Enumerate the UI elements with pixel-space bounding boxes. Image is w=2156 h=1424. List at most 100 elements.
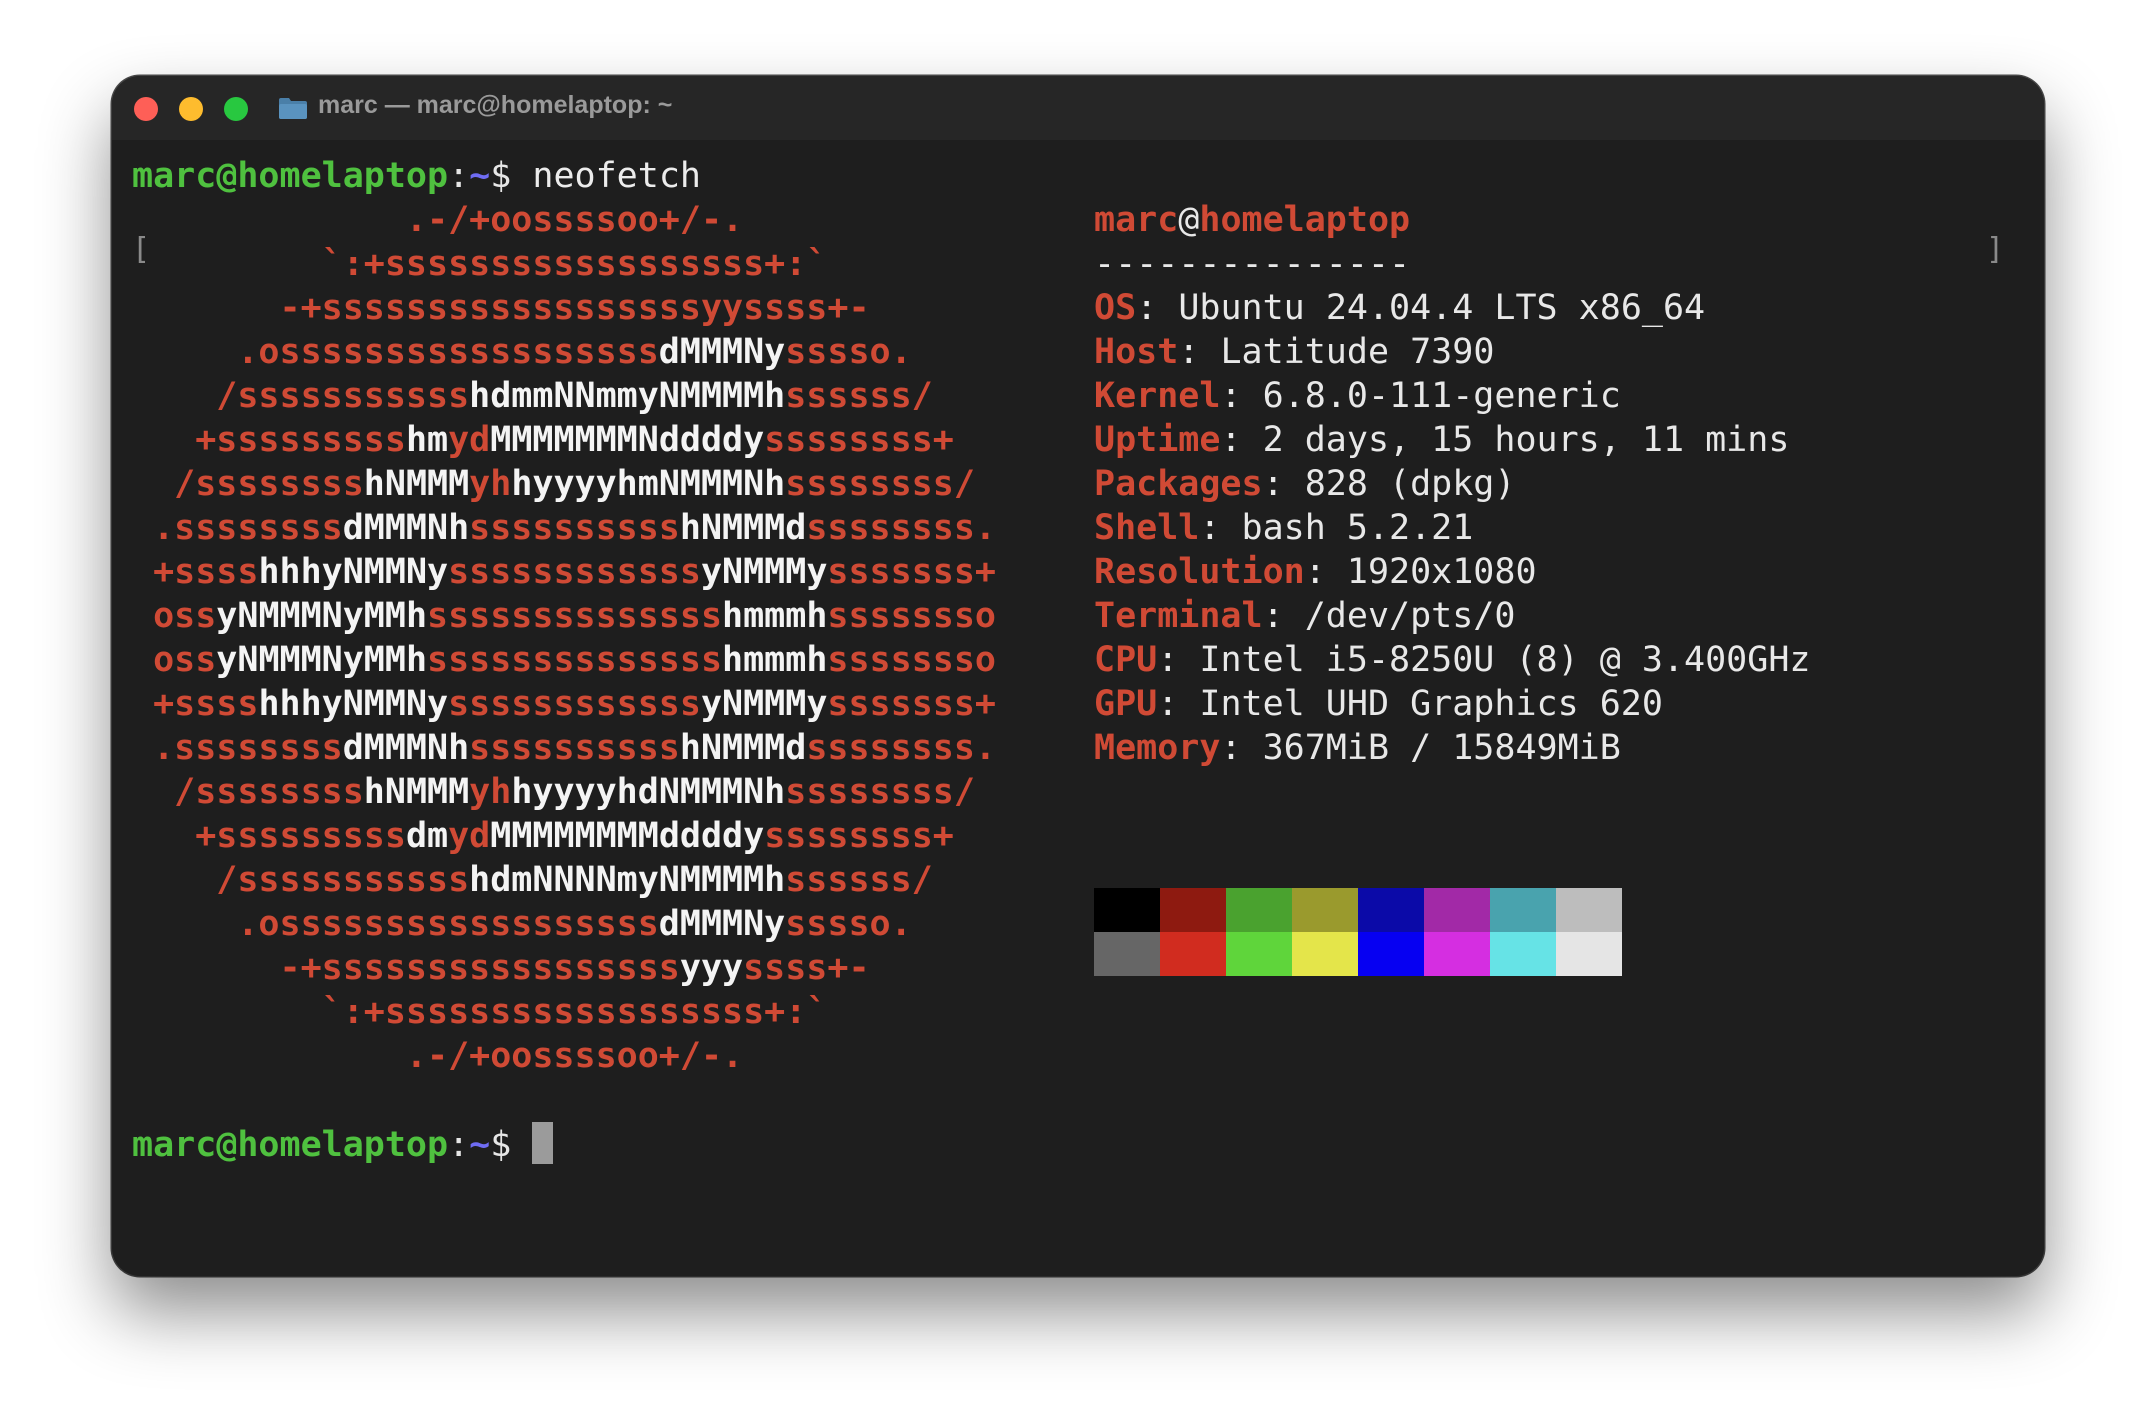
logo-segment: hm [405, 420, 449, 460]
color-swatch [1160, 932, 1226, 976]
logo-segment: ssssssss+ [764, 420, 954, 460]
info-colon: : [1262, 596, 1305, 636]
logo-segment: ssssssssssss [448, 684, 701, 724]
color-swatch [1094, 888, 1160, 932]
info-value: Ubuntu 24.04.4 LTS x86_64 [1178, 288, 1706, 328]
color-swatch [1424, 932, 1490, 976]
logo-segment: -+ssssssssssssssssssyyssss+- [132, 288, 870, 328]
logo-segment: `:+ssssssssssssssssss+:` [132, 992, 828, 1032]
logo-segment: yh [469, 772, 512, 812]
info-key: GPU [1094, 684, 1158, 724]
prompt-user: marc@homelaptop [132, 156, 449, 196]
color-swatch [1556, 888, 1622, 932]
logo-segment: ssssssss/ [785, 772, 975, 812]
logo-segment: /sssssssssss [132, 376, 470, 416]
logo-segment: sssssss+ [827, 552, 996, 592]
info-item-gpu: GPU: Intel UHD Graphics 620 [1094, 682, 1663, 726]
color-swatch [1490, 888, 1556, 932]
logo-segment: ssssssssssssss [427, 640, 723, 680]
info-item-os: OS: Ubuntu 24.04.4 LTS x86_64 [1094, 286, 1705, 330]
logo-segment: /ssssssss [132, 464, 364, 504]
prompt-path: ~ [469, 1125, 491, 1165]
logo-segment: yNMMMNyMMh [216, 596, 428, 636]
color-swatch [1226, 888, 1292, 932]
logo-line: -+sssssssssssssssssyyyssss+- [132, 946, 870, 990]
info-key: CPU [1094, 640, 1158, 680]
logo-line: `:+ssssssssssssssssss+:` [132, 990, 828, 1034]
logo-segment: ssssssssssss [448, 552, 701, 592]
info-key: Uptime [1094, 420, 1221, 460]
logo-segment: yd [448, 420, 491, 460]
logo-line: ossyNMMMNyMMhsssssssssssssshmmmhssssssso [132, 594, 996, 638]
info-key: Host [1094, 332, 1179, 372]
info-key: Packages [1094, 464, 1263, 504]
info-host: homelaptop [1199, 200, 1411, 240]
color-swatch [1292, 932, 1358, 976]
color-swatch [1226, 932, 1292, 976]
prompt-path: ~ [469, 156, 491, 196]
info-item-resolution: Resolution: 1920x1080 [1094, 550, 1537, 594]
info-user: marc [1094, 200, 1179, 240]
logo-segment: oss [132, 640, 217, 680]
logo-line: .-/+oossssoo+/-. [132, 198, 743, 242]
logo-segment: .ossssssssssssssssss [132, 904, 659, 944]
logo-line: .ossssssssssssssssssdMMMNysssso. [132, 902, 912, 946]
info-key: Kernel [1094, 376, 1221, 416]
logo-segment: yNMMMNyMMh [216, 640, 428, 680]
logo-segment: .ossssssssssssssssss [132, 332, 659, 372]
color-swatch [1094, 932, 1160, 976]
info-item-host: Host: Latitude 7390 [1094, 330, 1494, 374]
info-value: 367MiB / 15849MiB [1262, 728, 1621, 768]
logo-segment: yNMMMy [700, 684, 828, 724]
logo-segment: hhhyNMMNy [258, 684, 449, 724]
color-swatch [1424, 888, 1490, 932]
info-value: Intel i5-8250U (8) @ 3.400GHz [1199, 640, 1811, 680]
logo-segment: sssso. [785, 904, 912, 944]
logo-line: ossyNMMMNyMMhsssssssssssssshmmmhssssssso [132, 638, 996, 682]
logo-segment: ssssssss. [806, 508, 996, 548]
logo-segment: hNMMMd [679, 728, 807, 768]
logo-line: /ssssssssssshdmmNNmmyNMMMMhssssss/ [132, 374, 932, 418]
info-value: Latitude 7390 [1220, 332, 1495, 372]
logo-segment: hNMMM [363, 464, 470, 504]
logo-segment: hmmmh [722, 640, 828, 680]
logo-segment: +ssss [132, 684, 259, 724]
title-bar[interactable]: marc — marc@homelaptop: ~ [112, 76, 2044, 140]
logo-line: +ssssssssshmydMMMMMMMNddddyssssssss+ [132, 418, 954, 462]
logo-segment: dMMMNh [342, 508, 470, 548]
info-separator: --------------- [1094, 244, 1411, 284]
minimize-window-button[interactable] [179, 97, 203, 121]
logo-line: /ssssssssssshdmNNNNmyNMMMMhssssss/ [132, 858, 933, 902]
color-swatch [1556, 932, 1622, 976]
info-colon: : [1220, 420, 1263, 460]
logo-segment: .-/+oossssoo+/-. [132, 200, 744, 240]
logo-segment: sssssss+ [827, 684, 996, 724]
info-colon: : [1199, 508, 1242, 548]
logo-segment: hhhyNMMNy [258, 552, 449, 592]
logo-line: .ossssssssssssssssssdMMMNysssso. [132, 330, 911, 374]
logo-segment: MMMMMMMNddddy [490, 420, 765, 460]
info-colon: : [1220, 728, 1263, 768]
zoom-window-button[interactable] [224, 97, 248, 121]
logo-segment: +sssssssss [132, 420, 406, 460]
terminal-output[interactable]: [ ] marc@homelaptop:~$ neofetch .-/+ooss… [132, 154, 2024, 1276]
info-value: /dev/pts/0 [1304, 596, 1516, 636]
info-key: Resolution [1094, 552, 1305, 592]
logo-segment: hNMMM [363, 772, 470, 812]
info-value: 1920x1080 [1346, 552, 1537, 592]
logo-segment: ssssssso [827, 640, 996, 680]
logo-segment: ssssssssss [469, 728, 680, 768]
mark-bracket-right: ] [1985, 232, 2004, 267]
prompt-separator: : [448, 156, 470, 196]
close-window-button[interactable] [134, 97, 158, 121]
logo-segment: ssssss/ [785, 860, 933, 900]
prompt-user: marc@homelaptop [132, 1125, 449, 1165]
info-item-kernel: Kernel: 6.8.0-111-generic [1094, 374, 1621, 418]
prompt-line-2[interactable]: marc@homelaptop:~$ [132, 1122, 554, 1166]
info-colon: : [1304, 552, 1347, 592]
logo-segment: +sssssssss [132, 816, 406, 856]
info-value: Intel UHD Graphics 620 [1199, 684, 1663, 724]
logo-segment: .ssssssss [132, 508, 343, 548]
prompt-line-1: marc@homelaptop:~$ neofetch [132, 154, 701, 198]
logo-line: /sssssssshNMMMyhhyyyyhdNMMMNhssssssss/ [132, 770, 975, 814]
